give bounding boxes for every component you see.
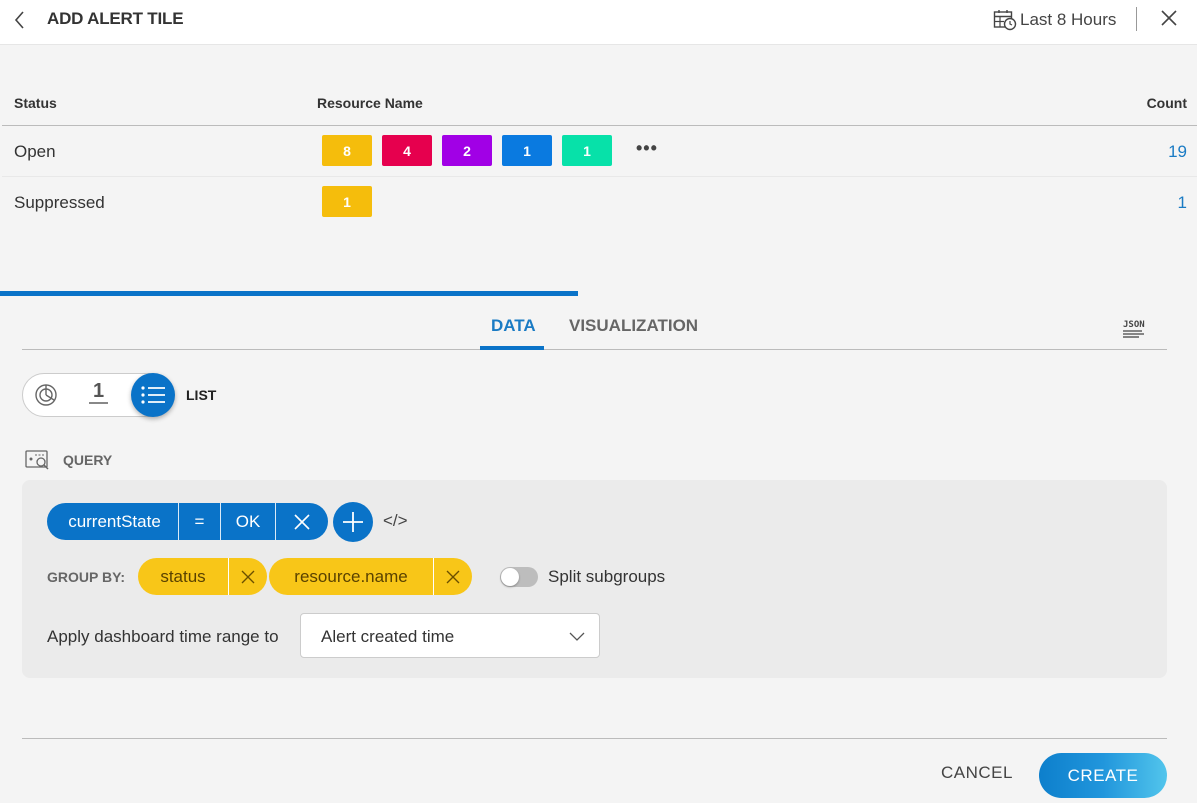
filter-pill: currentState = OK	[47, 503, 328, 540]
dialog-title: ADD ALERT TILE	[47, 9, 184, 28]
more-icon[interactable]: •••	[636, 139, 658, 157]
time-range-target-select[interactable]: Alert created time	[300, 613, 600, 658]
filter-value[interactable]: OK	[221, 503, 276, 540]
query-section-label: QUERY	[63, 452, 113, 468]
query-panel: currentState = OK </> GROUP BY: status r…	[22, 480, 1167, 678]
time-range-label: Last 8 Hours	[1020, 10, 1117, 29]
resource-count-chip[interactable]: 1	[322, 186, 372, 217]
count-link[interactable]: 19	[1168, 142, 1187, 162]
column-header-status: Status	[14, 95, 57, 111]
tile-type-label: LIST	[186, 387, 217, 403]
close-button[interactable]	[1159, 8, 1179, 28]
footer-divider	[22, 738, 1167, 739]
group-by-label: GROUP BY:	[47, 569, 126, 585]
resource-count-chip[interactable]: 1	[562, 135, 612, 166]
tab-visualization[interactable]: VISUALIZATION	[569, 316, 698, 336]
remove-group-by-button[interactable]	[434, 558, 472, 595]
code-view-button[interactable]: </>	[383, 511, 409, 533]
plus-icon	[343, 512, 363, 532]
resource-chips: 1	[322, 186, 382, 217]
table-row: Open 8 4 2 1 1 ••• 19	[2, 126, 1197, 177]
time-range-target-label: Apply dashboard time range to	[47, 627, 279, 646]
group-by-pill: status	[138, 558, 267, 595]
group-by-pill: resource.name	[269, 558, 472, 595]
tile-type-number-option[interactable]: 1	[89, 380, 109, 404]
close-icon	[294, 513, 310, 530]
split-subgroups-label: Split subgroups	[548, 567, 666, 586]
close-icon	[241, 570, 255, 583]
remove-filter-button[interactable]	[276, 503, 328, 540]
resource-count-chip[interactable]: 2	[442, 135, 492, 166]
close-icon	[446, 570, 460, 583]
status-cell: Open	[14, 142, 56, 161]
pie-chart-icon	[35, 384, 57, 406]
query-icon	[25, 449, 51, 471]
count-link[interactable]: 1	[1178, 193, 1187, 213]
create-button[interactable]: CREATE	[1039, 753, 1167, 798]
chevron-down-icon	[569, 632, 585, 641]
close-icon	[1161, 10, 1177, 26]
time-range-target-value: Alert created time	[321, 627, 455, 646]
column-header-resource-name: Resource Name	[317, 95, 423, 111]
group-by-field[interactable]: status	[138, 558, 229, 595]
header-divider	[1136, 7, 1137, 31]
list-icon	[141, 386, 165, 404]
tab-data[interactable]: DATA	[491, 316, 536, 336]
back-button[interactable]	[10, 8, 32, 32]
json-editor-button[interactable]: JSON	[1122, 317, 1146, 341]
split-subgroups-toggle[interactable]	[500, 567, 538, 587]
resource-chips: 8 4 2 1 1 •••	[322, 135, 658, 166]
remove-group-by-button[interactable]	[229, 558, 267, 595]
group-by-field[interactable]: resource.name	[269, 558, 434, 595]
status-cell: Suppressed	[14, 193, 105, 212]
toggle-knob	[501, 568, 519, 586]
editor-tabs: DATA VISUALIZATION JSON	[22, 305, 1167, 350]
calendar-clock-icon	[993, 10, 1017, 31]
chevron-left-icon	[14, 11, 24, 29]
table-row: Suppressed 1 1	[2, 177, 1197, 228]
loading-progress-bar	[0, 291, 1197, 296]
resource-count-chip[interactable]: 4	[382, 135, 432, 166]
filter-field[interactable]: currentState	[47, 503, 179, 540]
add-filter-button[interactable]	[333, 502, 373, 542]
json-icon: JSON	[1123, 320, 1145, 338]
cancel-button[interactable]: CANCEL	[941, 763, 1013, 783]
tile-type-list-option[interactable]	[131, 373, 175, 417]
column-header-count: Count	[1146, 95, 1187, 111]
active-tab-indicator	[480, 346, 544, 350]
progress-fill	[0, 291, 579, 296]
filter-operator[interactable]: =	[179, 503, 221, 540]
resource-count-chip[interactable]: 1	[502, 135, 552, 166]
resource-count-chip[interactable]: 8	[322, 135, 372, 166]
tile-type-chart-option[interactable]	[34, 383, 58, 407]
dialog-header: ADD ALERT TILE Last 8 Hours	[0, 0, 1197, 45]
time-range-picker[interactable]: Last 8 Hours	[993, 8, 1116, 32]
json-icon-label: JSON	[1123, 320, 1145, 330]
